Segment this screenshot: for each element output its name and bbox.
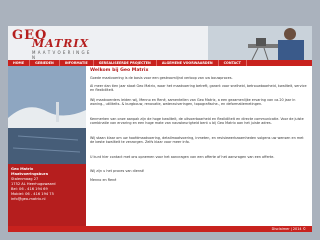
paragraph-4: Kenmerken van onze aanpak zijn de hoge k…: [90, 117, 304, 126]
logo[interactable]: GEO MATRIX M A A T V O E R I N G E N: [10, 28, 90, 60]
intro-paragraph: Goede maatvoering is de basis voor een g…: [90, 76, 233, 80]
sidebar: Geo Matrix Maatvoeringsbura Stalenmaag 2…: [8, 66, 86, 232]
paragraph-7: Wij zijn u het proces van dienst!: [90, 169, 145, 173]
header: GEO MATRIX M A A T V O E R I N G E N: [8, 26, 312, 60]
page-container: GEO MATRIX M A A T V O E R I N G E N HOM…: [8, 26, 312, 232]
sidebar-photo: [8, 66, 86, 164]
footer: Disclaimer | 2014 ©: [8, 226, 312, 232]
logo-line-2: MATRIX: [32, 37, 90, 50]
signature: Menno en René: [90, 178, 117, 182]
paragraph-3: Wij maatvoerders leiden wij, Menno en Re…: [90, 98, 296, 107]
paragraph-2: Al meer dan tien jaar staat Geo Matrix, …: [90, 84, 307, 93]
company-email[interactable]: info@geo-matrix.nl: [8, 197, 86, 202]
footer-copyright[interactable]: Disclaimer | 2014 ©: [272, 226, 306, 232]
paragraph-6: U kunt hier contact met ons opnemen voor…: [90, 155, 275, 159]
main-content: Welkom bij Geo Matrix Goede maatvoering …: [88, 66, 310, 226]
logo-tagline: M A A T V O E R I N G E N: [32, 50, 90, 60]
header-photo: [208, 26, 312, 60]
page-title: Welkom bij Geo Matrix: [90, 68, 149, 73]
contact-block: Geo Matrix Maatvoeringsbura Stalenmaag 2…: [8, 164, 86, 232]
paragraph-5: Wij staan klaar om uw hoofdmaatvoering, …: [90, 136, 304, 145]
